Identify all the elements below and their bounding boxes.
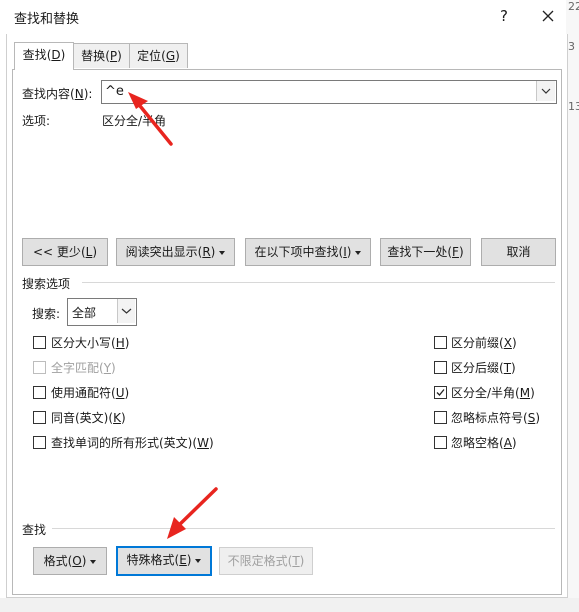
red-arrow-icon [167,487,218,539]
red-arrow-icon [128,92,173,146]
annotation-arrows [128,92,218,539]
